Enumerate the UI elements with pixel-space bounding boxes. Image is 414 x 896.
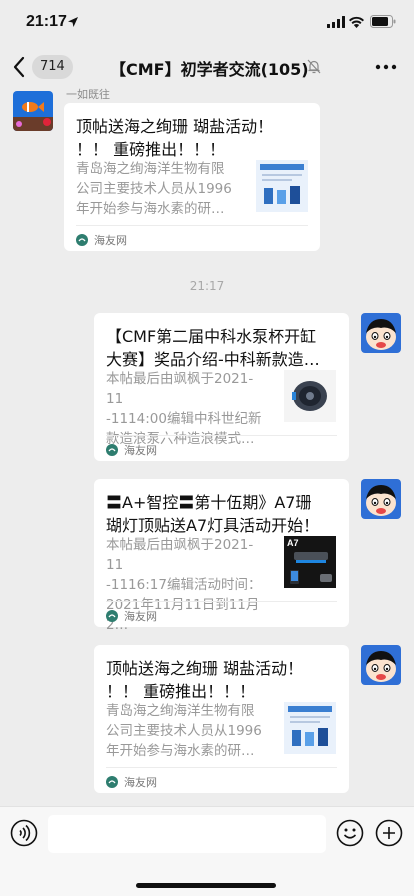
cartoon-boy-avatar-icon xyxy=(361,313,401,353)
card-source: 海友网 xyxy=(76,233,127,247)
card-desc-line: -1116:17编辑活动时间： xyxy=(106,577,262,593)
card-desc-line: 本帖最后由飒枫于2021-11 xyxy=(106,371,254,407)
card-source: 海友网 xyxy=(106,609,157,623)
card-title-line: 【CMF第二届中科水泵杯开缸 xyxy=(106,327,317,346)
card-title: 顶帖送海之绚珊 瑚盐活动！ ！！ 重磅推出！！！ xyxy=(76,115,308,161)
source-label: 海友网 xyxy=(94,234,127,247)
chat-nav-bar: 714 【CMF】初学者交流(105) xyxy=(0,46,414,88)
cartoon-boy-avatar-icon xyxy=(361,479,401,519)
a7-coral-light-thumbnail-icon: A7 xyxy=(284,536,336,588)
shared-link-card[interactable]: 【CMF第二届中科水泵杯开缸 大赛】奖品介绍-中科新款造… 本帖最后由飒枫于20… xyxy=(94,313,349,461)
card-divider xyxy=(106,435,337,436)
card-desc-line: 本帖最后由飒枫于2021-11 xyxy=(106,537,254,573)
card-desc-line: 青岛海之绚海洋生物有限 xyxy=(106,703,255,719)
shared-link-card[interactable]: 顶帖送海之绚珊 瑚盐活动！ ！！ 重磅推出！！！ 青岛海之绚海洋生物有限 公司主… xyxy=(94,645,349,793)
cellular-signal-icon xyxy=(327,16,345,28)
sender-name: 一如既往 xyxy=(66,88,110,101)
card-title: 〓A+智控〓第十伍期》A7珊 瑚灯顶贴送A7灯具活动开始！ xyxy=(106,491,342,537)
coral-light-device-icon xyxy=(290,552,332,584)
reef-salt-product-thumbnail-icon xyxy=(284,702,336,754)
card-desc-line: -1114:00编辑中科世纪新 xyxy=(106,411,262,427)
card-title-line: 瑚灯顶贴送A7灯具活动开始！ xyxy=(106,516,320,535)
card-divider xyxy=(106,601,337,602)
card-divider xyxy=(76,225,308,226)
message-input[interactable] xyxy=(48,815,326,853)
source-label: 海友网 xyxy=(124,776,157,789)
haiyouwang-source-icon xyxy=(106,610,118,622)
back-chevron-icon[interactable] xyxy=(12,56,26,78)
card-source: 海友网 xyxy=(106,443,157,457)
haiyouwang-source-icon xyxy=(76,234,88,246)
card-description: 青岛海之绚海洋生物有限 公司主要技术人员从1996 年开始参与海水素的研… xyxy=(76,159,236,219)
reef-fish-avatar-icon xyxy=(13,91,53,131)
haiyouwang-source-icon xyxy=(106,444,118,456)
card-desc-line: 青岛海之绚海洋生物有限 xyxy=(76,161,225,177)
card-desc-line: 公司主要技术人员从1996 xyxy=(106,723,262,739)
unread-count-badge[interactable]: 714 xyxy=(32,55,73,79)
card-desc-line: 公司主要技术人员从1996 xyxy=(76,181,232,197)
card-title-line: 大赛】奖品介绍-中科新款造… xyxy=(106,350,320,369)
home-indicator xyxy=(136,883,276,888)
shared-link-card[interactable]: 顶帖送海之绚珊 瑚盐活动！ ！！ 重磅推出！！！ 青岛海之绚海洋生物有限 公司主… xyxy=(64,103,320,251)
card-description: 青岛海之绚海洋生物有限 公司主要技术人员从1996 年开始参与海水素的研… xyxy=(106,701,266,761)
my-avatar[interactable] xyxy=(361,479,401,519)
cartoon-boy-avatar-icon xyxy=(361,645,401,685)
card-title: 【CMF第二届中科水泵杯开缸 大赛】奖品介绍-中科新款造… xyxy=(106,325,342,371)
my-avatar[interactable] xyxy=(361,313,401,353)
chat-input-bar xyxy=(0,806,414,896)
source-label: 海友网 xyxy=(124,444,157,457)
sender-avatar[interactable] xyxy=(13,91,53,131)
battery-icon xyxy=(370,15,396,28)
my-avatar[interactable] xyxy=(361,645,401,685)
shared-link-card[interactable]: 〓A+智控〓第十伍期》A7珊 瑚灯顶贴送A7灯具活动开始！ 本帖最后由飒枫于20… xyxy=(94,479,349,633)
status-bar: 21:17 xyxy=(0,0,414,46)
location-arrow-icon xyxy=(68,17,78,27)
card-title: 顶帖送海之绚珊 瑚盐活动！ ！！ 重磅推出！！！ xyxy=(106,657,342,703)
reef-salt-product-thumbnail-icon xyxy=(256,160,308,212)
card-desc-line: 年开始参与海水素的研… xyxy=(106,743,255,759)
card-divider xyxy=(106,767,337,768)
haiyouwang-source-icon xyxy=(106,776,118,788)
source-label: 海友网 xyxy=(124,610,157,623)
card-source: 海友网 xyxy=(106,775,157,789)
chat-title: 【CMF】初学者交流(105) xyxy=(110,60,309,79)
card-title-line: 〓A+智控〓第十伍期》A7珊 xyxy=(106,493,312,512)
wave-pump-thumbnail-icon xyxy=(284,370,336,422)
mute-bell-icon xyxy=(307,59,321,74)
emoji-icon[interactable] xyxy=(336,819,364,847)
card-title-line: ！！ 重磅推出！！！ xyxy=(76,140,226,159)
card-title-line: 顶帖送海之绚珊 瑚盐活动！ xyxy=(76,117,274,136)
card-description: 本帖最后由飒枫于2021-11 -1114:00编辑中科世纪新 款造浪泵六种造浪… xyxy=(106,369,266,449)
card-desc-line: 年开始参与海水素的研… xyxy=(76,201,225,217)
wifi-icon xyxy=(349,16,364,28)
add-more-icon[interactable] xyxy=(375,819,403,847)
status-time: 21:17 xyxy=(26,13,67,30)
more-options-icon[interactable] xyxy=(374,59,398,75)
card-title-line: 顶帖送海之绚珊 瑚盐活动！ xyxy=(106,659,304,678)
voice-input-icon[interactable] xyxy=(10,819,38,847)
message-timestamp: 21:17 xyxy=(189,279,225,293)
card-title-line: ！！ 重磅推出！！！ xyxy=(106,682,256,701)
